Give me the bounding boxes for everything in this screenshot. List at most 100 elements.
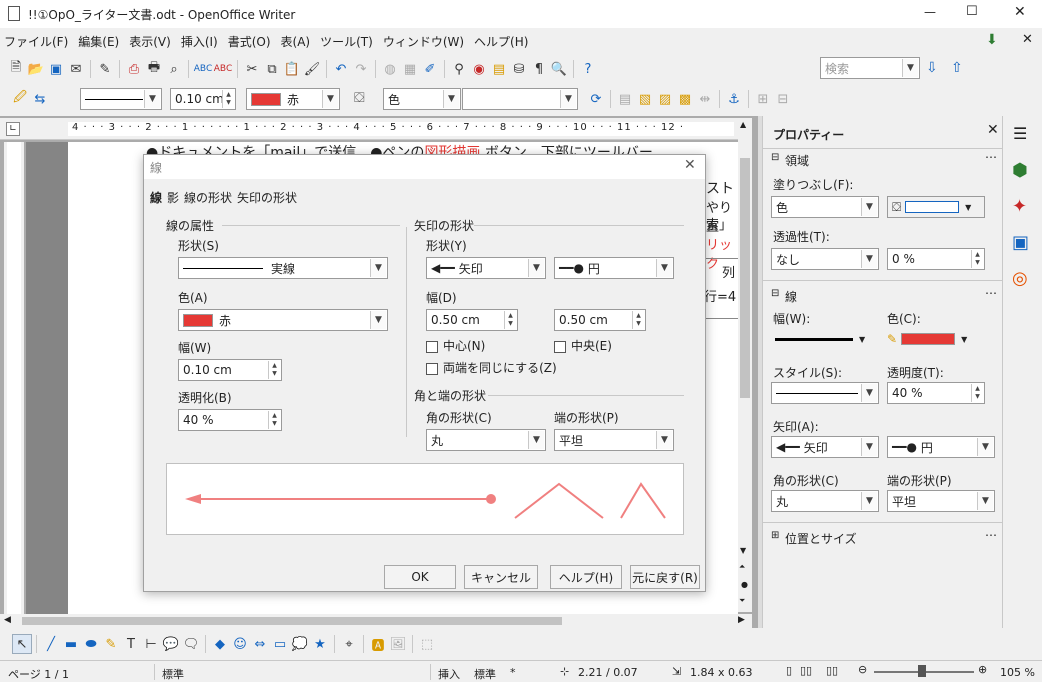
- stars-icon[interactable]: ★: [310, 634, 330, 654]
- hyperlink-icon[interactable]: ◍: [380, 59, 400, 79]
- sidebar-arrow-start-combo[interactable]: ◀━━ 矢印 ▼: [771, 436, 879, 458]
- print-icon[interactable]: 🖶: [144, 59, 164, 79]
- print-preview-icon[interactable]: ⌕: [164, 59, 184, 79]
- chevron-down-icon[interactable]: ▼: [528, 431, 544, 449]
- single-page-view-icon[interactable]: ▯: [786, 664, 792, 677]
- navigator-tab-icon[interactable]: ◎: [1012, 268, 1028, 289]
- callout-tool-icon[interactable]: 💬: [161, 634, 181, 654]
- basic-shapes-icon[interactable]: ◆: [210, 634, 230, 654]
- find-replace-icon[interactable]: ⚲: [449, 59, 469, 79]
- gallery-tab-icon[interactable]: ▣: [1012, 232, 1029, 253]
- new-document-icon[interactable]: 🗎: [6, 59, 26, 79]
- area-collapse-icon[interactable]: ⊟: [771, 152, 779, 163]
- prev-page-icon[interactable]: ⏶: [739, 562, 745, 572]
- cap-style-combo[interactable]: 平坦 ▼: [554, 429, 674, 451]
- anchor-icon[interactable]: ⚓: [724, 89, 744, 109]
- checkbox-box[interactable]: [426, 362, 438, 375]
- book-view-icon[interactable]: ▯▯: [826, 664, 838, 677]
- arrange-icon[interactable]: ▨: [655, 89, 675, 109]
- chevron-down-icon[interactable]: ▼: [656, 259, 672, 277]
- synchronize-ends-checkbox[interactable]: 両端を同じにする(Z): [426, 359, 557, 376]
- chevron-down-icon[interactable]: ▼: [322, 90, 338, 108]
- redo-icon[interactable]: ↷: [351, 59, 371, 79]
- multi-page-view-icon[interactable]: ▯▯: [800, 664, 812, 677]
- points-icon[interactable]: ⌖: [339, 634, 359, 654]
- spellcheck-icon[interactable]: ABC: [193, 59, 213, 79]
- close-document-button[interactable]: ✕: [1022, 32, 1033, 47]
- arrow-style-icon[interactable]: ⇆: [30, 89, 50, 109]
- find-next-icon[interactable]: ⇩: [926, 60, 938, 76]
- zoom-slider-thumb[interactable]: [918, 665, 926, 677]
- sidebar-transparency-combo[interactable]: なし ▼: [771, 248, 879, 270]
- checkbox-box[interactable]: [554, 340, 566, 353]
- sidebar-arrow-end-combo[interactable]: ━━● 円 ▼: [887, 436, 995, 458]
- menu-tools[interactable]: ツール(T): [320, 33, 373, 50]
- group-icon[interactable]: ⊞: [753, 89, 773, 109]
- properties-tab-icon[interactable]: ⬢: [1012, 160, 1028, 181]
- align-icon[interactable]: ▤: [615, 89, 635, 109]
- close-window-button[interactable]: ✕: [1014, 4, 1026, 20]
- menu-table[interactable]: 表(A): [281, 33, 311, 50]
- fontwork-icon[interactable]: 🅰: [368, 634, 388, 654]
- help-icon[interactable]: ?: [578, 59, 598, 79]
- horizontal-scrollbar[interactable]: ◀ ▶: [0, 614, 752, 628]
- position-more-icon[interactable]: ⋯: [985, 528, 997, 542]
- page-style[interactable]: 標準: [162, 666, 184, 682]
- menu-format[interactable]: 書式(O): [228, 33, 271, 50]
- next-page-icon[interactable]: ⏷: [739, 596, 745, 606]
- table-icon[interactable]: ▦: [400, 59, 420, 79]
- menu-edit[interactable]: 編集(E): [78, 33, 119, 50]
- chevron-down-icon[interactable]: ▼: [977, 438, 993, 456]
- scroll-right-icon[interactable]: ▶: [738, 615, 745, 625]
- chevron-down-icon[interactable]: ▼: [560, 90, 576, 108]
- bring-front-icon[interactable]: ▧: [635, 89, 655, 109]
- tab-stop-selector[interactable]: ∟: [6, 122, 20, 136]
- block-arrows-icon[interactable]: ⇔: [250, 634, 270, 654]
- chevron-down-icon[interactable]: ▼: [861, 438, 877, 456]
- cut-icon[interactable]: ✂: [242, 59, 262, 79]
- spin-buttons[interactable]: ▲ ▼: [971, 250, 983, 268]
- wrap-icon[interactable]: ⇹: [695, 89, 715, 109]
- area-fill-icon[interactable]: ⛋: [354, 90, 365, 106]
- dialog-close-button[interactable]: ✕: [684, 157, 696, 173]
- minimize-button[interactable]: —: [924, 5, 936, 19]
- sidebar-line-color-button[interactable]: ✎ ▼: [887, 328, 985, 350]
- gallery-icon[interactable]: ▤: [489, 59, 509, 79]
- chevron-down-icon[interactable]: ▼: [902, 59, 918, 77]
- rectangle-tool-icon[interactable]: ▬: [61, 634, 81, 654]
- clone-format-icon[interactable]: 🖌: [302, 59, 322, 79]
- line-color-combo[interactable]: 赤 ▼: [246, 88, 340, 110]
- chevron-down-icon[interactable]: ▼: [965, 203, 971, 212]
- undo-icon[interactable]: ↶: [331, 59, 351, 79]
- fill-value-combo[interactable]: ▼: [462, 88, 578, 110]
- search-input[interactable]: 検索 ▼: [820, 57, 920, 79]
- symbol-shapes-icon[interactable]: ☺: [230, 634, 250, 654]
- spin-buttons[interactable]: ▲ ▼: [268, 411, 280, 429]
- chevron-down-icon[interactable]: ▼: [370, 259, 386, 277]
- arrow-end-width-input[interactable]: 0.50 cm ▲ ▼: [554, 309, 646, 331]
- maximize-button[interactable]: ☐: [966, 4, 978, 19]
- chevron-down-icon[interactable]: ▼: [961, 335, 967, 344]
- reset-button[interactable]: 元に戻す(R): [630, 565, 700, 589]
- chevron-down-icon[interactable]: ▼: [656, 431, 672, 449]
- menu-help[interactable]: ヘルプ(H): [474, 33, 528, 50]
- sidebar-line-transparency-input[interactable]: 40 % ▲ ▼: [887, 382, 985, 404]
- send-back-icon[interactable]: ▩: [675, 89, 695, 109]
- mail-icon[interactable]: ✉: [66, 59, 86, 79]
- find-previous-icon[interactable]: ⇧: [951, 60, 963, 76]
- navigation-icon[interactable]: ●: [741, 580, 748, 589]
- dialog-line-style-combo[interactable]: 実線 ▼: [178, 257, 388, 279]
- chevron-down-icon[interactable]: ▼: [861, 384, 877, 402]
- zoom-level[interactable]: 105 %: [1000, 666, 1035, 679]
- dialog-line-width-input[interactable]: 0.10 cm ▲ ▼: [178, 359, 282, 381]
- line-tool-icon[interactable]: ╱: [41, 634, 61, 654]
- draw-functions-icon[interactable]: ✐: [420, 59, 440, 79]
- download-icon[interactable]: ⬇: [986, 32, 998, 48]
- sidebar-fill-color-combo[interactable]: ⛋ ▼: [887, 196, 985, 218]
- scroll-thumb[interactable]: [740, 158, 750, 398]
- sidebar-menu-icon[interactable]: ☰: [1013, 124, 1027, 143]
- ungroup-icon[interactable]: ⊟: [773, 89, 793, 109]
- text-tool-icon[interactable]: T: [121, 634, 141, 654]
- spin-buttons[interactable]: ▲ ▼: [222, 90, 234, 108]
- chevron-down-icon[interactable]: ▼: [443, 90, 459, 108]
